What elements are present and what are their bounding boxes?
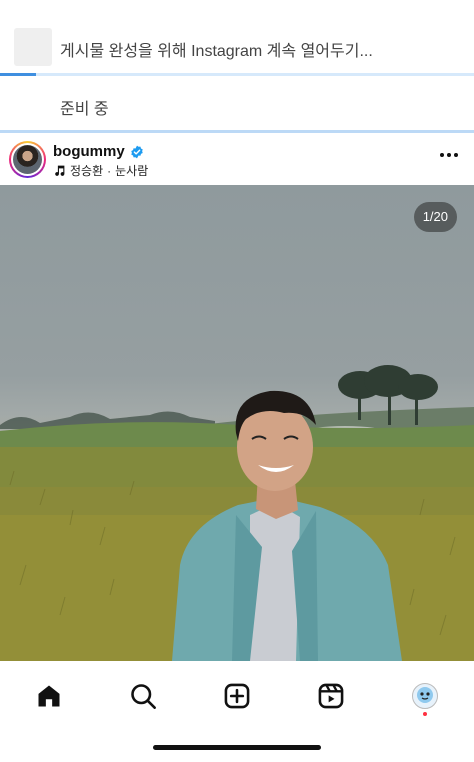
upload-status-row: 게시물 완성을 위해 Instagram 계속 열어두기... — [0, 22, 474, 74]
nav-search-button[interactable] — [123, 676, 163, 716]
post-header: bogummy 정승환 · 눈사람 — [0, 136, 474, 184]
music-separator: · — [107, 163, 112, 178]
profile-character-icon — [417, 687, 433, 703]
create-icon — [224, 683, 250, 709]
upload-thumbnail — [14, 28, 52, 66]
profile-avatar — [412, 683, 438, 709]
post-music-link[interactable]: 정승환 · 눈사람 — [53, 162, 148, 179]
music-song: 눈사람 — [115, 164, 149, 178]
music-artist: 정승환 — [70, 164, 104, 178]
nav-home-button[interactable] — [29, 676, 69, 716]
post-photo[interactable]: 1/20 — [0, 185, 474, 661]
pending-status-text: 준비 중 — [60, 101, 109, 118]
verified-badge-icon — [130, 145, 143, 158]
notification-dot — [423, 712, 427, 716]
post-author-avatar[interactable] — [9, 141, 46, 178]
story-labels-strip — [0, 0, 474, 10]
search-icon — [131, 684, 156, 709]
post-photo-scene — [0, 365, 474, 661]
nav-profile-button[interactable] — [405, 676, 445, 716]
nav-create-button[interactable] — [217, 676, 257, 716]
music-note-icon — [55, 165, 65, 176]
home-icon — [38, 685, 60, 707]
nav-reels-button[interactable] — [311, 676, 351, 716]
post-username[interactable]: bogummy — [53, 143, 125, 160]
reels-icon — [318, 683, 344, 709]
carousel-counter-badge: 1/20 — [413, 202, 457, 232]
upload-status-text: 게시물 완성을 위해 Instagram 계속 열어두기... — [60, 43, 373, 60]
avatar-image — [13, 145, 42, 174]
home-indicator — [153, 745, 321, 750]
more-options-icon[interactable] — [440, 153, 458, 157]
pending-divider — [0, 130, 474, 133]
pending-status-row: 준비 중 — [0, 76, 474, 132]
